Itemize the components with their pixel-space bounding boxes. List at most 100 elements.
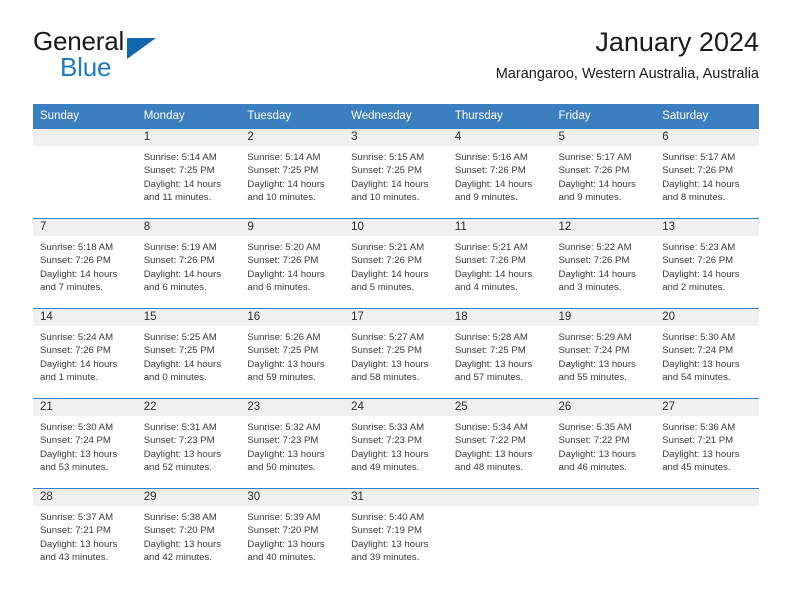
calendar-week-row: 14 Sunrise: 5:24 AM Sunset: 7:26 PM Dayligh…	[33, 308, 759, 399]
calendar-week-row: 21 Sunrise: 5:30 AM Sunset: 7:24 PM Dayligh…	[33, 398, 759, 489]
day-detail-line: Daylight: 14 hours	[558, 268, 636, 280]
day-detail-line: and 52 minutes.	[143, 462, 212, 474]
calendar-day-empty	[655, 489, 759, 578]
calendar-day[interactable]: 14 Sunrise: 5:24 AM Sunset: 7:26 PM Dayligh…	[33, 309, 137, 398]
calendar-cell: 28 Sunrise: 5:37 AM Sunset: 7:21 PM Dayligh…	[33, 488, 137, 578]
day-number: 12	[551, 219, 656, 236]
calendar-cell: 29 Sunrise: 5:38 AM Sunset: 7:20 PM Dayligh…	[136, 488, 241, 578]
calendar-cell: 30 Sunrise: 5:39 AM Sunset: 7:20 PM Dayligh…	[240, 488, 345, 578]
calendar-day[interactable]: 30 Sunrise: 5:39 AM Sunset: 7:20 PM Dayligh…	[240, 489, 345, 578]
day-detail-line: Sunrise: 5:17 AM	[662, 152, 736, 163]
calendar-cell: 5 Sunrise: 5:17 AM Sunset: 7:26 PM Daylight…	[551, 129, 656, 219]
calendar-cell: 22 Sunrise: 5:31 AM Sunset: 7:23 PM Dayligh…	[136, 398, 241, 489]
day-detail-line: Sunset: 7:26 PM	[40, 255, 111, 267]
day-detail-line: Sunset: 7:26 PM	[662, 165, 734, 177]
calendar-day[interactable]: 3 Sunrise: 5:15 AM Sunset: 7:25 PM Daylight…	[344, 129, 448, 218]
day-detail-line: Sunrise: 5:37 AM	[40, 512, 114, 523]
calendar-day[interactable]: 24 Sunrise: 5:33 AM Sunset: 7:23 PM Dayligh…	[344, 399, 448, 488]
calendar-cell: 27 Sunrise: 5:36 AM Sunset: 7:21 PM Dayligh…	[655, 398, 759, 489]
day-number: 21	[33, 399, 137, 416]
calendar-day[interactable]: 17 Sunrise: 5:27 AM Sunset: 7:25 PM Dayligh…	[344, 309, 448, 398]
calendar-day-empty	[551, 489, 656, 578]
day-detail-line: Daylight: 14 hours	[143, 358, 222, 370]
calendar-day[interactable]: 16 Sunrise: 5:26 AM Sunset: 7:25 PM Dayligh…	[240, 309, 345, 398]
day-detail-line: Sunset: 7:26 PM	[351, 255, 423, 267]
day-detail-line: Sunrise: 5:34 AM	[454, 422, 528, 433]
calendar-table: Sunday Monday Tuesday Wednesday Thursday…	[33, 104, 759, 578]
day-detail-line: Sunset: 7:25 PM	[247, 345, 319, 357]
weekday-header-friday: Friday	[551, 104, 656, 129]
calendar-day[interactable]: 12 Sunrise: 5:22 AM Sunset: 7:26 PM Dayligh…	[551, 219, 656, 308]
day-details	[655, 506, 759, 511]
day-detail-line: Daylight: 13 hours	[247, 358, 325, 370]
calendar-day[interactable]: 9 Sunrise: 5:20 AM Sunset: 7:26 PM Daylight…	[240, 219, 345, 308]
day-detail-line: Daylight: 13 hours	[143, 448, 222, 460]
calendar-cell: 26 Sunrise: 5:35 AM Sunset: 7:22 PM Dayligh…	[551, 398, 656, 489]
calendar-day[interactable]: 22 Sunrise: 5:31 AM Sunset: 7:23 PM Dayligh…	[136, 399, 241, 488]
calendar-day[interactable]: 10 Sunrise: 5:21 AM Sunset: 7:26 PM Dayligh…	[344, 219, 448, 308]
calendar-day[interactable]: 23 Sunrise: 5:32 AM Sunset: 7:23 PM Dayligh…	[240, 399, 345, 488]
day-detail-line: Sunset: 7:20 PM	[143, 525, 215, 537]
day-detail-line: Sunset: 7:26 PM	[143, 255, 215, 267]
calendar-cell: 17 Sunrise: 5:27 AM Sunset: 7:25 PM Dayligh…	[344, 308, 448, 399]
day-detail-line: Sunrise: 5:15 AM	[351, 152, 425, 163]
day-detail-line: and 50 minutes.	[247, 462, 316, 474]
calendar-day[interactable]: 13 Sunrise: 5:23 AM Sunset: 7:26 PM Dayligh…	[655, 219, 759, 308]
day-number	[551, 489, 656, 506]
calendar-day[interactable]: 19 Sunrise: 5:29 AM Sunset: 7:24 PM Dayligh…	[551, 309, 656, 398]
brand-logo[interactable]: General Blue	[33, 26, 263, 88]
calendar-day[interactable]: 29 Sunrise: 5:38 AM Sunset: 7:20 PM Dayligh…	[136, 489, 241, 578]
calendar-day[interactable]: 18 Sunrise: 5:28 AM Sunset: 7:25 PM Dayligh…	[447, 309, 552, 398]
day-details: Sunrise: 5:34 AM Sunset: 7:22 PM Daylight:…	[448, 416, 552, 475]
calendar-cell: 24 Sunrise: 5:33 AM Sunset: 7:23 PM Dayligh…	[344, 398, 448, 489]
calendar-day[interactable]: 4 Sunrise: 5:16 AM Sunset: 7:26 PM Daylight…	[447, 129, 552, 218]
calendar-day[interactable]: 1 Sunrise: 5:14 AM Sunset: 7:25 PM Daylight…	[136, 129, 241, 218]
calendar-day[interactable]: 21 Sunrise: 5:30 AM Sunset: 7:24 PM Dayligh…	[33, 399, 137, 488]
day-detail-line: Sunset: 7:26 PM	[662, 255, 734, 267]
day-number: 27	[655, 399, 759, 416]
calendar-day[interactable]: 11 Sunrise: 5:21 AM Sunset: 7:26 PM Dayligh…	[447, 219, 552, 308]
day-detail-line: Daylight: 13 hours	[351, 538, 429, 550]
day-detail-line: Sunrise: 5:35 AM	[558, 422, 632, 433]
day-details: Sunrise: 5:30 AM Sunset: 7:24 PM Daylight:…	[33, 416, 137, 475]
day-detail-line: and 39 minutes.	[351, 552, 420, 564]
day-detail-line: Daylight: 14 hours	[247, 178, 325, 190]
day-detail-line: Sunrise: 5:21 AM	[454, 242, 528, 253]
day-details: Sunrise: 5:21 AM Sunset: 7:26 PM Daylight:…	[344, 236, 448, 295]
day-detail-line: Sunrise: 5:25 AM	[143, 332, 217, 343]
day-detail-line: Sunset: 7:24 PM	[662, 345, 734, 357]
day-detail-line: Sunrise: 5:26 AM	[247, 332, 321, 343]
day-details: Sunrise: 5:27 AM Sunset: 7:25 PM Daylight:…	[344, 326, 448, 385]
day-detail-line: and 46 minutes.	[558, 462, 627, 474]
day-detail-line: and 8 minutes.	[662, 192, 726, 204]
day-number: 4	[447, 129, 552, 146]
calendar-day[interactable]: 27 Sunrise: 5:36 AM Sunset: 7:21 PM Dayligh…	[655, 399, 759, 488]
calendar-day[interactable]: 25 Sunrise: 5:34 AM Sunset: 7:22 PM Dayligh…	[447, 399, 552, 488]
day-detail-line: Sunset: 7:19 PM	[351, 525, 423, 537]
calendar-day[interactable]: 31 Sunrise: 5:40 AM Sunset: 7:19 PM Dayligh…	[344, 489, 448, 578]
calendar-day[interactable]: 7 Sunrise: 5:18 AM Sunset: 7:26 PM Daylight…	[33, 219, 137, 308]
calendar-cell: 6 Sunrise: 5:17 AM Sunset: 7:26 PM Daylight…	[655, 129, 759, 219]
calendar-day[interactable]: 5 Sunrise: 5:17 AM Sunset: 7:26 PM Daylight…	[551, 129, 656, 218]
calendar-day[interactable]: 26 Sunrise: 5:35 AM Sunset: 7:22 PM Dayligh…	[551, 399, 656, 488]
day-detail-line: Sunset: 7:26 PM	[558, 165, 630, 177]
calendar-day[interactable]: 2 Sunrise: 5:14 AM Sunset: 7:25 PM Daylight…	[240, 129, 345, 218]
calendar-day[interactable]: 6 Sunrise: 5:17 AM Sunset: 7:26 PM Daylight…	[655, 129, 759, 218]
day-detail-line: Sunset: 7:26 PM	[40, 345, 111, 357]
day-detail-line: and 45 minutes.	[662, 462, 731, 474]
calendar-day[interactable]: 20 Sunrise: 5:30 AM Sunset: 7:24 PM Dayligh…	[655, 309, 759, 398]
day-detail-line: Sunset: 7:25 PM	[454, 345, 526, 357]
day-detail-line: Daylight: 14 hours	[558, 178, 636, 190]
weekday-header-thursday: Thursday	[447, 104, 552, 129]
day-detail-line: Sunrise: 5:22 AM	[558, 242, 632, 253]
calendar-day[interactable]: 8 Sunrise: 5:19 AM Sunset: 7:26 PM Daylight…	[136, 219, 241, 308]
day-details: Sunrise: 5:14 AM Sunset: 7:25 PM Daylight:…	[137, 146, 241, 205]
day-details: Sunrise: 5:16 AM Sunset: 7:26 PM Daylight:…	[448, 146, 552, 205]
brand-name-blue: Blue	[60, 52, 112, 82]
calendar-cell: 23 Sunrise: 5:32 AM Sunset: 7:23 PM Dayligh…	[240, 398, 345, 489]
day-number: 17	[344, 309, 448, 326]
day-detail-line: and 9 minutes.	[558, 192, 622, 204]
calendar-day[interactable]: 28 Sunrise: 5:37 AM Sunset: 7:21 PM Dayligh…	[33, 489, 137, 578]
calendar-day[interactable]: 15 Sunrise: 5:25 AM Sunset: 7:25 PM Dayligh…	[136, 309, 241, 398]
day-detail-line: Sunrise: 5:19 AM	[143, 242, 217, 253]
